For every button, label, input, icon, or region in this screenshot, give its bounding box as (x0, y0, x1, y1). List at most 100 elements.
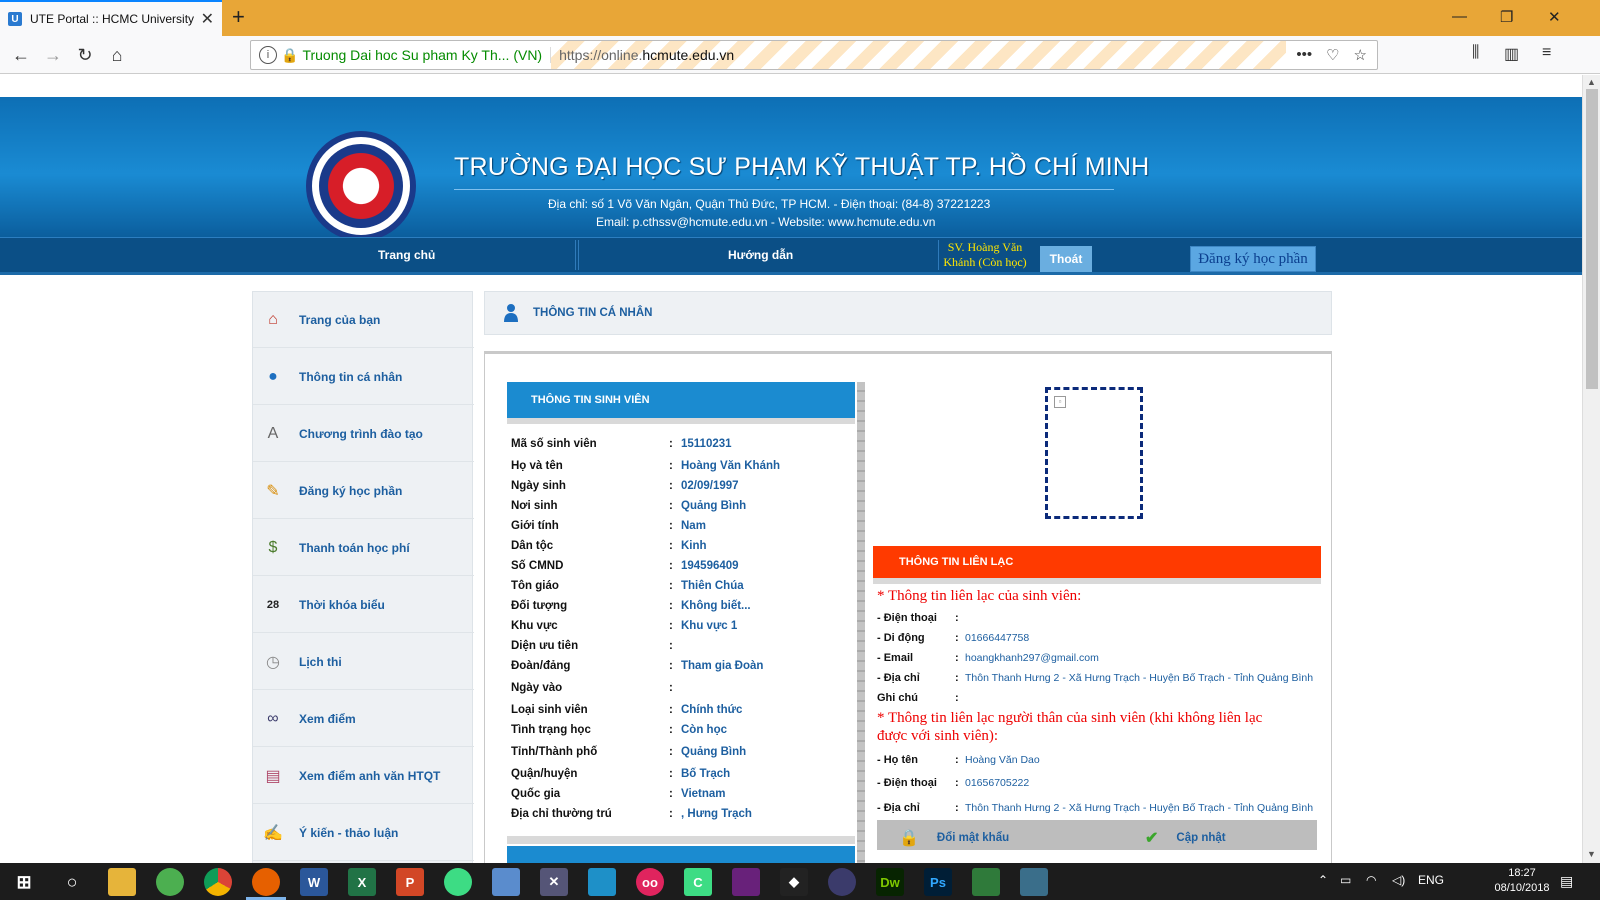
window-close-icon[interactable]: ✕ (1548, 8, 1561, 26)
sidebar-toggle-icon[interactable]: ▥ (1504, 44, 1519, 64)
info-label: Mã số sinh viên (511, 438, 597, 450)
colon: : (669, 808, 673, 820)
system-clock[interactable]: 18:27 08/10/2018 (1490, 866, 1554, 896)
birth-date-value: 02/09/1997 (681, 480, 739, 492)
app-icon-5[interactable] (1020, 868, 1048, 896)
page-scrollbar[interactable]: ▲ ▼ (1582, 75, 1600, 863)
notifications-icon[interactable]: ▤ (1560, 873, 1573, 890)
info-label: Ngày sinh (511, 480, 566, 492)
update-button[interactable]: ✔ Cập nhật (1145, 828, 1226, 848)
relative-contact-heading: * Thông tin liên lạc người thân của sinh… (877, 710, 1263, 726)
visual-studio-icon[interactable] (732, 868, 760, 896)
document-check-icon: ✔ (1145, 830, 1159, 847)
course-register-button[interactable]: Đăng ký học phần (1190, 246, 1316, 272)
tool-icon[interactable]: ✕ (540, 868, 568, 896)
info-label: Tôn giáo (511, 580, 559, 592)
page-actions-icon[interactable]: ••• (1296, 46, 1312, 64)
camtasia-icon[interactable]: C (684, 868, 712, 896)
volume-icon[interactable]: ◁) (1392, 873, 1405, 887)
minimize-icon[interactable]: — (1452, 8, 1467, 25)
school-address: Địa chỉ: số 1 Võ Văn Ngân, Quận Thủ Đức,… (548, 197, 991, 211)
site-identity[interactable]: Truong Dai hoc Su pham Ky Th... (VN) (302, 47, 552, 63)
colon: : (669, 520, 673, 532)
pocket-icon[interactable]: ♡ (1326, 46, 1339, 64)
tray-chevron-icon[interactable]: ⌃ (1318, 873, 1328, 887)
photoshop-icon[interactable]: Ps (924, 868, 952, 896)
sidebar-item-feedback[interactable]: ✍ Ý kiến - thảo luận (253, 805, 474, 861)
browser-tab[interactable]: U UTE Portal :: HCMC University o ✕ (0, 0, 222, 36)
sidebar-item-grades[interactable]: ∞ Xem điểm (253, 691, 474, 747)
full-name-value: Hoàng Văn Khánh (681, 460, 781, 472)
change-password-button[interactable]: 🔒 Đổi mật khẩu (899, 828, 1009, 848)
library-icon[interactable]: ⫼ (1472, 44, 1479, 62)
sidebar-item-label: Thời khóa biểu (299, 597, 385, 612)
address-text[interactable]: https://online. hcmute.edu.vn (551, 41, 1287, 69)
unity-icon[interactable]: ◆ (780, 868, 808, 896)
start-icon[interactable]: ⊞ (10, 868, 38, 896)
student-contact-heading: * Thông tin liên lạc của sinh viên: (877, 588, 1082, 604)
contact-label: - Di động (877, 632, 925, 644)
app-icon[interactable] (156, 868, 184, 896)
battery-icon[interactable]: ▭ (1340, 873, 1351, 887)
colon: : (669, 460, 673, 472)
app-icon-4[interactable] (972, 868, 1000, 896)
colon: : (669, 724, 673, 736)
school-logo[interactable]: ⚙ (306, 131, 416, 241)
dreamweaver-icon[interactable]: Dw (876, 868, 904, 896)
hamburger-menu-icon[interactable]: ≡ (1542, 44, 1551, 62)
new-tab-icon[interactable]: + (232, 6, 245, 28)
sidebar-item-timetable[interactable]: 28 Thời khóa biểu (253, 577, 474, 633)
app-icon-3[interactable] (828, 868, 856, 896)
close-tab-icon[interactable]: ✕ (201, 9, 214, 29)
colon: : (955, 802, 959, 814)
colon: : (669, 480, 673, 492)
url-bar[interactable]: i 🔒 Truong Dai hoc Su pham Ky Th... (VN)… (250, 40, 1378, 70)
colon: : (669, 704, 673, 716)
wifi-icon[interactable]: ◠ (1366, 873, 1376, 887)
info-label: Quốc gia (511, 788, 561, 800)
chrome-icon[interactable] (204, 868, 232, 896)
province-value: Quảng Bình (681, 746, 747, 758)
android-studio-icon[interactable] (444, 868, 472, 896)
flickr-icon[interactable]: oo (636, 868, 664, 896)
search-icon[interactable]: ○ (58, 868, 86, 896)
app-icon-2[interactable] (588, 868, 616, 896)
reload-icon[interactable]: ↻ (72, 42, 98, 68)
info-icon[interactable]: i (259, 46, 277, 64)
firefox-icon[interactable] (252, 868, 280, 896)
page-title-bar: THÔNG TIN CÁ NHÂN (484, 291, 1332, 335)
excel-icon[interactable]: X (348, 868, 376, 896)
colon: : (955, 612, 959, 624)
url-prefix: https://online. (559, 47, 643, 63)
logout-button[interactable]: Thoát (1040, 246, 1092, 272)
menu-guide[interactable]: Hướng dẫn (728, 248, 793, 262)
sidebar-item-label: Đăng ký học phần (299, 483, 403, 498)
sidebar-item-personal-info[interactable]: ● Thông tin cá nhân (253, 349, 474, 405)
sidebar-item-curriculum[interactable]: A Chương trình đào tạo (253, 406, 474, 462)
file-explorer-icon[interactable] (108, 868, 136, 896)
sidebar-item-english-grades[interactable]: ▤ Xem điểm anh văn HTQT (253, 748, 474, 804)
restore-icon[interactable]: ❐ (1500, 8, 1513, 26)
home-icon[interactable]: ⌂ (104, 42, 130, 68)
lock-icon[interactable]: 🔒 (281, 47, 298, 64)
bookmark-star-icon[interactable]: ☆ (1354, 46, 1367, 64)
scroll-thumb[interactable] (1586, 89, 1598, 389)
scroll-up-icon[interactable]: ▲ (1587, 77, 1596, 87)
language-indicator[interactable]: ENG (1418, 873, 1444, 887)
contact-label: Ghi chú (877, 692, 918, 704)
virtualbox-icon[interactable] (492, 868, 520, 896)
calendar-icon: 28 (266, 598, 280, 611)
id-card-value: 194596409 (681, 560, 739, 572)
scroll-down-icon[interactable]: ▼ (1587, 849, 1596, 859)
colon: : (669, 438, 673, 450)
sidebar-item-exam-schedule[interactable]: ◷ Lịch thi (253, 634, 474, 690)
colon: : (955, 754, 959, 766)
forward-icon[interactable]: → (40, 42, 66, 68)
sidebar-item-course-registration[interactable]: ✎ Đăng ký học phần (253, 463, 474, 519)
sidebar-item-home[interactable]: ⌂ Trang của bạn (253, 292, 474, 348)
word-icon[interactable]: W (300, 868, 328, 896)
sidebar-item-tuition[interactable]: $ Thanh toán học phí (253, 520, 474, 576)
powerpoint-icon[interactable]: P (396, 868, 424, 896)
back-icon[interactable]: ← (8, 42, 34, 68)
menu-home[interactable]: Trang chủ (378, 248, 435, 262)
